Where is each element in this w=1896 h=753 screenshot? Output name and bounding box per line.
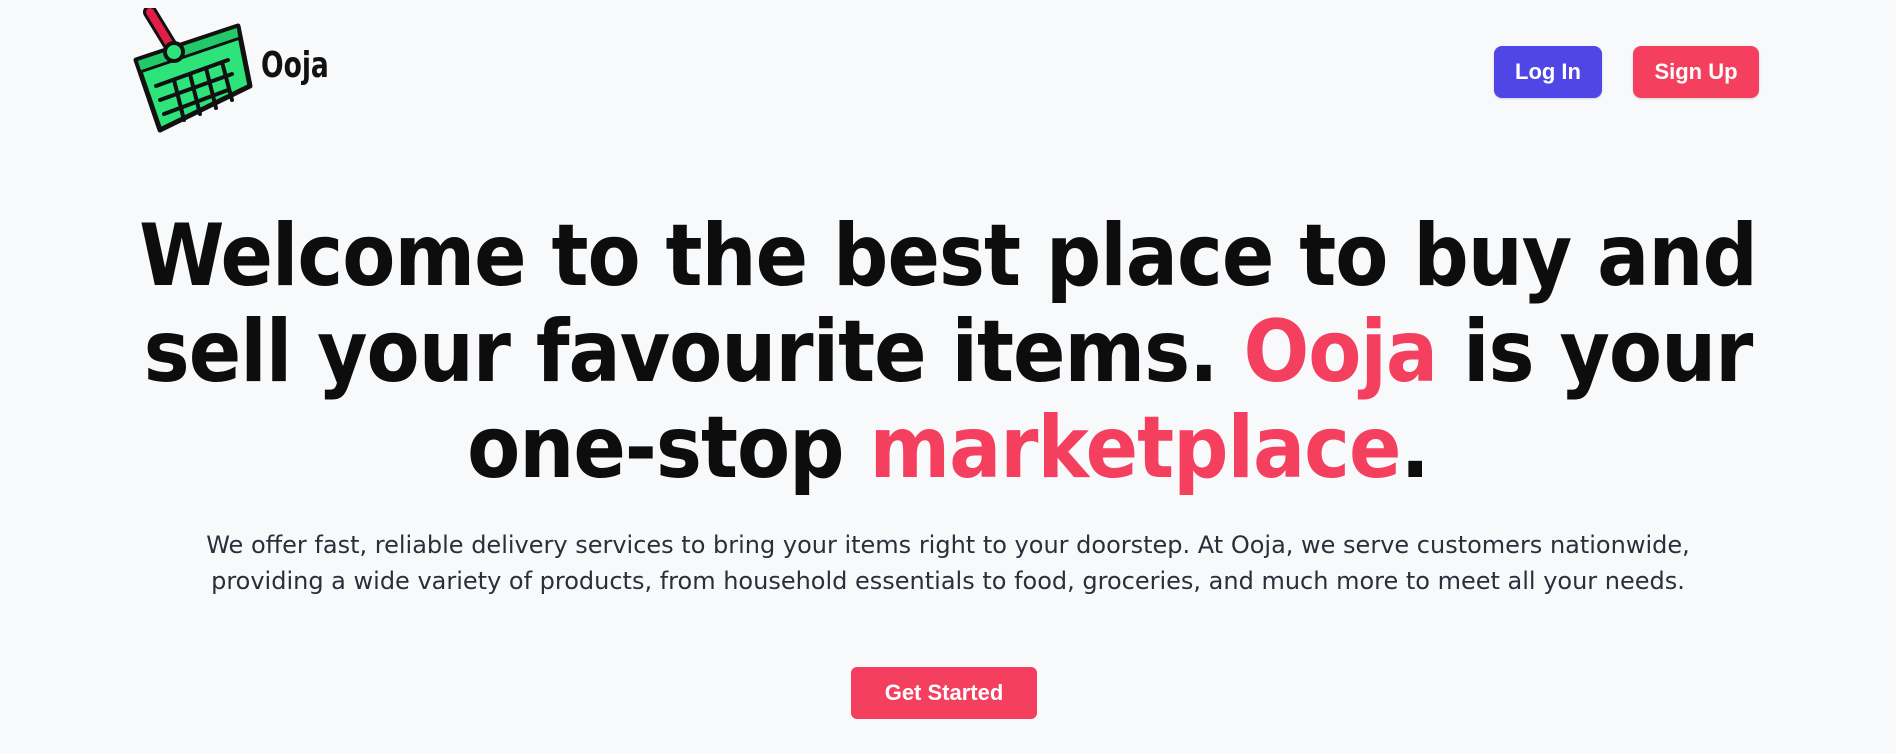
hero-subtitle: We offer fast, reliable delivery service… xyxy=(206,531,1690,595)
hero-title: Welcome to the best place to buy and sel… xyxy=(100,208,1796,496)
brand-name[interactable]: Ooja xyxy=(261,45,329,86)
hero-title-end: . xyxy=(1400,398,1430,498)
top-nav: Ooja Log In Sign Up xyxy=(0,0,1896,140)
hero-title-accent: marketplace xyxy=(869,398,1401,498)
hero-title-brand: Ooja xyxy=(1243,302,1438,402)
login-button[interactable]: Log In xyxy=(1494,46,1602,98)
signup-button[interactable]: Sign Up xyxy=(1633,46,1759,98)
get-started-button[interactable]: Get Started xyxy=(851,667,1037,719)
